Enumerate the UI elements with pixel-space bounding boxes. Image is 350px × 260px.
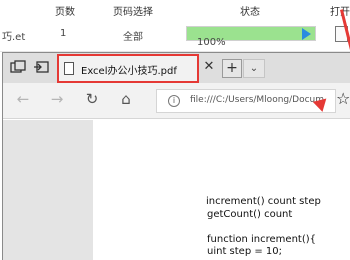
row-page-selection[interactable]: 全部 — [123, 28, 143, 43]
pdf-icon — [64, 62, 74, 75]
favorite-star-icon[interactable]: ☆ — [336, 89, 350, 108]
new-tab-button[interactable]: + — [222, 59, 242, 78]
refresh-button[interactable]: ↻ — [82, 90, 102, 108]
navigation-bar: ← → ↻ ⌂ i file:///C:/Users/Mloong/Docum … — [3, 83, 350, 119]
pdf-viewer: increment() count step getCount() count … — [3, 120, 350, 260]
play-icon[interactable] — [302, 28, 311, 40]
progress-bar: 100% — [186, 26, 316, 48]
pdf-page: increment() count step getCount() count … — [93, 120, 350, 260]
chevron-down-icon[interactable]: ⌄ — [243, 59, 265, 78]
close-tab-icon[interactable]: ✕ — [202, 59, 216, 74]
tab-title: Excel办公小技巧.pdf — [81, 66, 177, 77]
tab-preview-icon[interactable] — [10, 60, 26, 74]
progress-text: 100% — [197, 37, 226, 48]
address-bar[interactable]: i file:///C:/Users/Mloong/Docum — [156, 89, 336, 113]
row-filename: 巧.et — [2, 32, 26, 43]
home-button[interactable]: ⌂ — [116, 90, 136, 108]
edge-browser-window: Excel办公小技巧.pdf ✕ + ⌄ ← → ↻ ⌂ i file:///C… — [2, 52, 350, 260]
header-page-selection: 页码选择 — [113, 7, 153, 18]
download-row[interactable]: 巧.et 1 全部 100% — [0, 18, 350, 52]
header-status: 状态 — [240, 7, 260, 18]
tab-active[interactable]: Excel办公小技巧.pdf — [57, 54, 199, 83]
forward-button[interactable]: → — [47, 90, 67, 108]
pdf-text-line: increment() count step — [206, 196, 321, 207]
back-button[interactable]: ← — [13, 90, 33, 108]
pdf-text-line: getCount() count — [207, 209, 293, 220]
set-tabs-aside-icon[interactable] — [33, 60, 49, 74]
pdf-text-line: function increment(){ — [207, 234, 317, 245]
pdf-text-line: uint step = 10; — [207, 246, 283, 257]
header-pages: 页数 — [55, 7, 75, 18]
download-list-header: 页数 页码选择 状态 打开 — [0, 0, 350, 18]
row-pages: 1 — [60, 28, 67, 39]
tab-bar: Excel办公小技巧.pdf ✕ + ⌄ — [3, 53, 350, 83]
info-icon[interactable]: i — [168, 95, 180, 107]
